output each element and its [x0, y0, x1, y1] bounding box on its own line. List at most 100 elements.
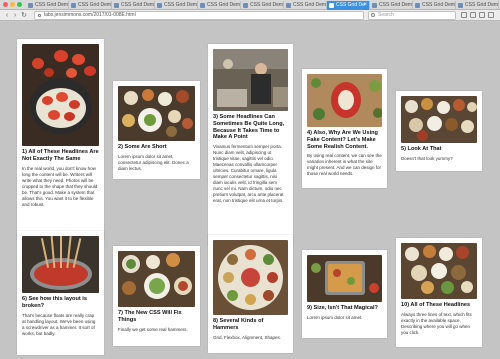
card-title: 4) Also, Why Are We Using Fake Content? …	[307, 130, 378, 150]
card-title: 9) Size, Isn't That Magical?	[307, 305, 378, 311]
tab-label: CSS Grid Demo	[78, 2, 112, 8]
card-body: Lorem ipsum dolor sit amet.	[307, 315, 382, 321]
tab-7[interactable]: CSS Grid Demo	[284, 1, 327, 10]
lock-icon	[38, 14, 41, 17]
tab-4[interactable]: CSS Grid Demo	[155, 1, 198, 10]
back-arrow-icon[interactable]: ‹	[3, 11, 11, 20]
minimize-window-icon[interactable]	[10, 2, 15, 7]
card-paragraph: By using real content, we can see the va…	[307, 153, 382, 177]
search-input[interactable]: Search	[368, 11, 456, 20]
tab-close-icon[interactable]: ×	[363, 1, 367, 10]
favicon-icon	[372, 3, 377, 8]
tab-1[interactable]: CSS Grid Demo	[26, 1, 69, 10]
search-icon	[371, 13, 375, 17]
tab-label: CSS Grid De	[336, 2, 365, 8]
card-body: Finally we get some real hammers.	[118, 327, 195, 333]
card-title: 5) Look At That	[401, 146, 442, 152]
card-10[interactable]: 10) All of These Headlines Always three …	[396, 238, 482, 347]
card-6[interactable]: 6) See how this layout is broken? That's…	[17, 231, 104, 355]
card-paragraph: In the real world, you don't know how lo…	[22, 165, 98, 207]
tomato-plate-photo	[22, 44, 99, 146]
salad-table-photo	[118, 251, 195, 307]
card-body: Grid, Flexbox, Alignment, Shapes.	[213, 335, 288, 341]
favicon-icon	[114, 3, 119, 8]
tapas-spread-photo	[401, 243, 477, 299]
favicon-icon	[71, 3, 76, 8]
card-body: That's because floats are really crap at…	[22, 313, 99, 337]
card-body: Doesn't that look yummy?	[401, 156, 477, 162]
card-paragraph: Vivamus fermentum semper porta. Nunc dia…	[213, 144, 284, 204]
favicon-icon	[329, 3, 334, 8]
card-body: Lorem ipsum dolor sit amet, consectetur …	[118, 154, 195, 172]
card-2[interactable]: 2) Some Are Short Lorem ipsum dolor sit …	[113, 81, 200, 179]
card-paragraph: Doesn't that look yummy?	[401, 155, 453, 161]
card-paragraph: Finally we get some real hammers.	[118, 326, 188, 332]
tab-label: CSS Grid Demo	[121, 2, 155, 8]
favicon-icon	[243, 3, 248, 8]
card-paragraph: Grid, Flexbox, Alignment, Shapes.	[213, 334, 282, 340]
card-3[interactable]: 3) Some Headlines Can Sometimes Be Quite…	[208, 44, 293, 245]
browser-toolbar: ‹ › ↻ labs.jensimmons.com/2017/01-008E.h…	[0, 10, 500, 21]
forward-arrow-icon[interactable]: ›	[11, 11, 19, 20]
home-icon[interactable]	[479, 12, 485, 18]
card-body: Always three lines of text, which fits e…	[401, 312, 477, 336]
card-title: 2) Some Are Short	[118, 144, 167, 150]
card-9[interactable]: 9) Size, Isn't That Magical? Lorem ipsum…	[302, 250, 387, 338]
card-title: 10) All of These Headlines	[401, 302, 471, 308]
tab-label: CSS Grid Demo	[164, 2, 198, 8]
card-5[interactable]: 5) Look At That Doesn't that look yummy?	[396, 91, 482, 171]
tab-label: CSS Grid Demo	[379, 2, 413, 8]
close-window-icon[interactable]	[3, 2, 8, 7]
address-bar[interactable]: labs.jensimmons.com/2017/01-008E.html	[34, 11, 364, 20]
tab-6[interactable]: CSS Grid Demo	[241, 1, 284, 10]
tab-bar: CSS Grid Demo CSS Grid Demo CSS Grid Demo C…	[0, 0, 500, 10]
card-title: 6) See how this layout is broken?	[22, 296, 87, 309]
card-paragraph: Lorem ipsum dolor sit amet, consectetur …	[118, 153, 189, 171]
tab-2[interactable]: CSS Grid Demo	[69, 1, 112, 10]
page-content: 1) All of These Headlines Are Not Exactl…	[0, 22, 500, 359]
tab-9[interactable]: CSS Grid Demo	[370, 1, 413, 10]
card-paragraph: That's because floats are really crap at…	[22, 312, 96, 336]
favicon-icon	[157, 3, 162, 8]
favicon-icon	[28, 3, 33, 8]
favicon-icon	[200, 3, 205, 8]
maximize-window-icon[interactable]	[17, 2, 22, 7]
chef-kitchen-photo	[213, 49, 288, 111]
tab-10[interactable]: CSS Grid Demo	[413, 1, 456, 10]
card-body: Vivamus fermentum semper porta. Nunc dia…	[213, 144, 288, 204]
menu-icon[interactable]	[488, 12, 494, 18]
tab-8[interactable]: CSS Grid De ×	[327, 1, 370, 10]
card-title: 3) Some Headlines Can Sometimes Be Quite…	[213, 114, 285, 141]
tab-3[interactable]: CSS Grid Demo	[112, 1, 155, 10]
platter-photo	[213, 240, 288, 315]
bookmark-icon[interactable]	[461, 12, 467, 18]
reload-icon[interactable]: ↻	[20, 11, 28, 20]
favicon-icon	[286, 3, 291, 8]
pan-dish-photo	[307, 255, 382, 302]
tab-label: CSS Grid Demo	[35, 2, 69, 8]
favicon-icon	[458, 3, 463, 8]
card-title: 7) The New CSS Will Fix Things	[118, 310, 182, 323]
heart-plate-photo	[307, 74, 382, 127]
download-icon[interactable]	[470, 12, 476, 18]
card-body: By using real content, we can see the va…	[307, 153, 382, 177]
tab-label: CSS Grid Demo	[293, 2, 327, 8]
card-title: 8) Several Kinds of Hammers	[213, 318, 264, 331]
card-body: In the real world, you don't know how lo…	[22, 166, 99, 208]
tab-11[interactable]: CSS Grid Demo	[456, 1, 499, 10]
card-4[interactable]: 4) Also, Why Are We Using Fake Content? …	[302, 69, 387, 188]
tab-label: CSS Grid Demo	[250, 2, 284, 8]
dishes-table-photo	[118, 86, 195, 141]
tab-label: CSS Grid Demo	[422, 2, 456, 8]
tapas-table-photo	[401, 96, 477, 143]
card-8[interactable]: 8) Several Kinds of Hammers Grid, Flexbo…	[208, 235, 293, 353]
skewers-pot-photo	[22, 236, 99, 293]
tab-5[interactable]: CSS Grid Demo	[198, 1, 241, 10]
card-1[interactable]: 1) All of These Headlines Are Not Exactl…	[17, 39, 104, 240]
search-placeholder: Search	[378, 12, 394, 18]
tab-label: CSS Grid Demo	[465, 2, 499, 8]
favicon-icon	[415, 3, 420, 8]
card-7[interactable]: 7) The New CSS Will Fix Things Finally w…	[113, 246, 200, 346]
card-paragraph: Lorem ipsum dolor sit amet.	[307, 314, 363, 320]
card-paragraph: Always three lines of text, which fits e…	[401, 311, 472, 335]
